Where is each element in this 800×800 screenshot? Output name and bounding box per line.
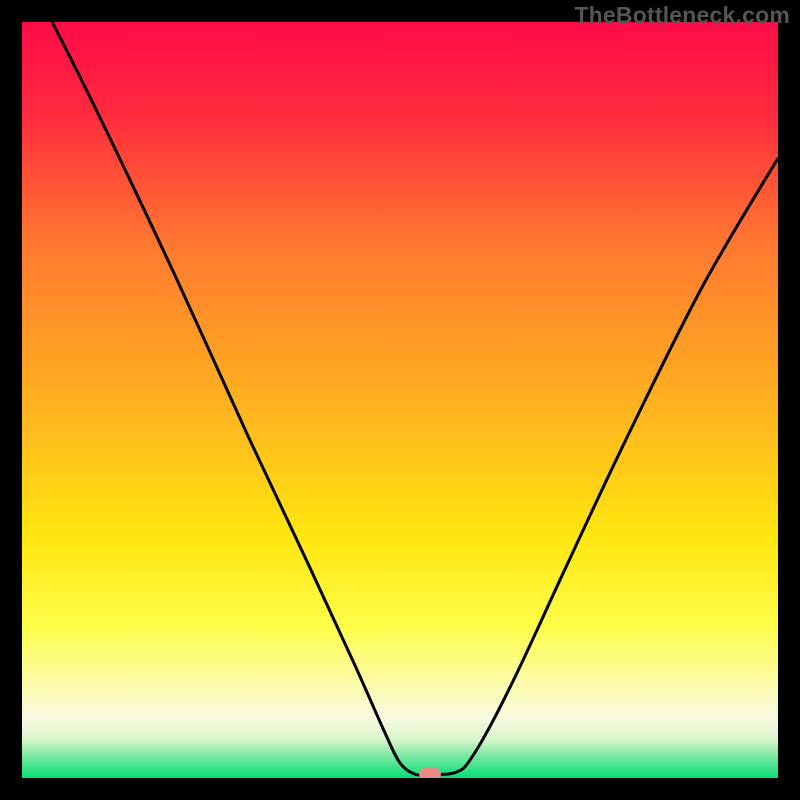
bottleneck-curve (52, 22, 778, 775)
watermark-text: TheBottleneck.com (574, 2, 790, 29)
chart-container: TheBottleneck.com (0, 0, 800, 800)
curve-layer (22, 22, 778, 778)
plot-area (22, 22, 778, 778)
optimal-marker (419, 768, 441, 778)
